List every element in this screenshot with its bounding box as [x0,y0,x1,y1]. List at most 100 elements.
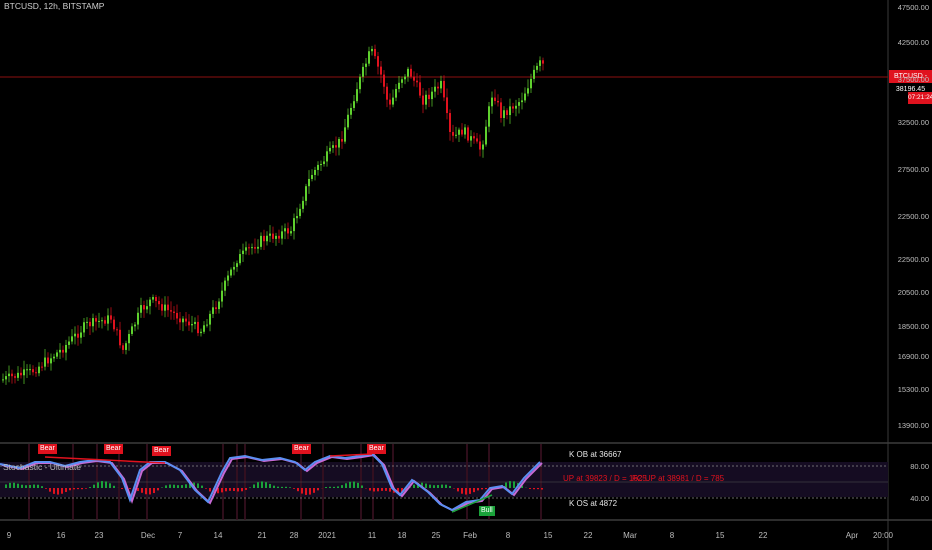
indicator-title[interactable]: Stochastic - Ultimate [3,462,81,473]
histogram-bar [337,486,339,488]
histogram-bar [433,485,435,488]
histogram-bar [349,481,351,488]
candle-body [299,208,301,217]
histogram-bar [69,488,71,491]
candle-body [476,138,478,142]
histogram-bar [281,486,283,488]
candle-body [68,341,70,345]
histogram-bar [149,488,151,495]
candle-body [461,129,463,135]
candle-body [98,320,100,322]
candle-body [227,275,229,281]
candle-body [449,113,451,132]
candle-body [233,266,235,270]
candle-body [38,366,40,374]
histogram-bar [429,484,431,488]
candle-body [428,94,430,100]
histogram-bar [225,488,227,492]
price-tick-label: 15300.00 [897,385,929,394]
candle-body [254,247,256,249]
candle-body [440,80,442,89]
histogram-bar [41,486,43,488]
histogram-bar [317,488,319,491]
histogram-bar [425,483,427,488]
candle-body [341,139,343,142]
histogram-bar [29,484,31,488]
histogram-bar [45,488,47,489]
candle-body [155,297,157,302]
histogram-bar [361,485,363,488]
candle-body [473,136,475,139]
candle-body [395,88,397,98]
fc-projection-annotation: FC UP at 38981 / D = 785 [632,474,725,483]
histogram-bar [177,485,179,488]
candle-body [308,178,310,187]
histogram-bar [441,484,443,488]
histogram-bar [373,488,375,492]
price-tick-label: 32500.00 [897,118,929,127]
candle-body [314,169,316,175]
candle-body [512,106,514,109]
candle-body [182,318,184,323]
candle-body [470,136,472,141]
candle-body [356,89,358,102]
candle-body [419,82,421,96]
candle-body [338,139,340,148]
candle-body [503,110,505,118]
price-tick-label: 22500.00 [897,212,929,221]
histogram-bar [173,484,175,488]
candle-body [92,318,94,327]
candle-body [86,321,88,323]
candle-body [251,247,253,249]
candle-body [275,235,277,239]
overbought-annotation: K OB at 36667 [569,450,622,459]
histogram-bar [153,488,155,494]
price-tick-label: 42500.00 [897,38,929,47]
candle-body [413,76,415,81]
histogram-bar [65,488,67,492]
candle-body [398,82,400,89]
symbol-title[interactable]: BTCUSD, 12h, BITSTAMP [4,1,104,12]
candle-body [191,324,193,326]
candle-body [107,315,109,324]
candle-body [164,304,166,311]
price-tick-label: 27500.00 [897,165,929,174]
candle-body [359,76,361,90]
candle-body [323,161,325,165]
candle-body [221,290,223,302]
price-tick-label: 18500.00 [897,322,929,331]
histogram-bar [473,488,475,493]
chart-canvas[interactable] [0,0,932,550]
histogram-bar [341,485,343,488]
candle-body [425,94,427,105]
candle-body [332,145,334,148]
candle-body [143,305,145,310]
candle-body [269,233,271,236]
histogram-bar [329,486,331,488]
candle-body [365,63,367,67]
candle-body [452,131,454,136]
histogram-bar [25,485,27,488]
candle-body [50,358,52,364]
candle-body [212,307,214,314]
time-tick-label: 15 [715,531,725,540]
bear-signal-label: Bear [38,444,57,454]
histogram-bar [273,485,275,488]
candle-body [203,325,205,332]
candle-body [74,333,76,337]
candle-body [140,305,142,313]
candle-body [236,263,238,267]
candle-body [347,114,349,128]
candle-body [446,97,448,114]
candle-body [407,68,409,77]
candle-body [197,321,199,334]
time-tick-label: 20:00 [872,531,894,540]
histogram-bar [209,488,211,492]
time-tick-label: 11 [367,531,377,540]
candle-body [494,97,496,101]
candle-body [293,218,295,232]
histogram-bar [277,486,279,488]
time-tick-label: Dec [140,531,156,540]
bear-signal-label: Bear [104,444,123,454]
histogram-bar [485,488,487,490]
